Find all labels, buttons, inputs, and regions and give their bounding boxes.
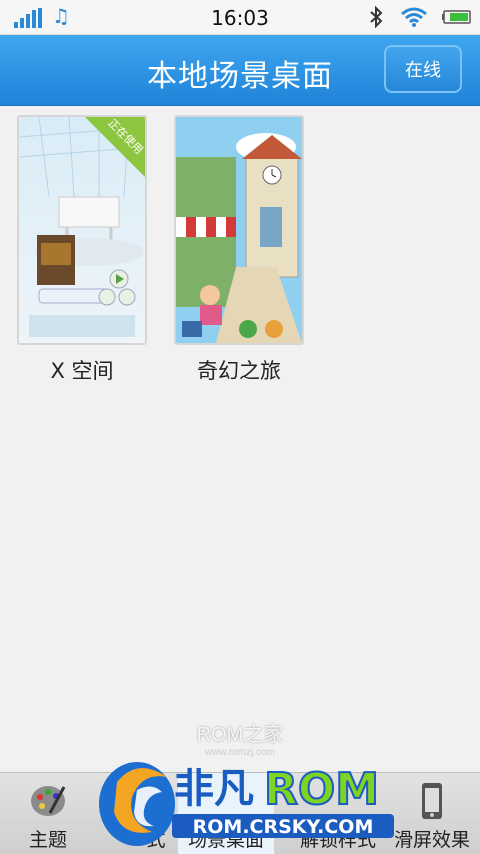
logo-text-rom: ROM bbox=[264, 764, 379, 815]
logo-url: ROM.CRSKY.COM bbox=[193, 816, 374, 838]
bluetooth-icon bbox=[370, 6, 383, 28]
online-button[interactable]: 在线 bbox=[384, 45, 462, 93]
x-space-preview-image: 正在使用 bbox=[19, 117, 145, 343]
theme-name-fantasy-journey: 奇幻之旅 bbox=[197, 359, 281, 383]
logo-text-cn: 非凡 bbox=[174, 766, 254, 812]
theme-card-fantasy-journey[interactable]: 奇幻之旅 bbox=[174, 115, 304, 385]
wifi-icon bbox=[401, 7, 427, 27]
fantasy-journey-preview-image bbox=[176, 117, 302, 343]
theme-card-x-space[interactable]: 正在使用 X 空间 bbox=[17, 115, 147, 385]
phone-icon bbox=[422, 783, 442, 819]
palette-icon bbox=[31, 786, 66, 816]
battery-icon bbox=[442, 10, 471, 24]
status-bar: ♫ 16:03 bbox=[0, 0, 480, 35]
theme-preview-fantasy-journey[interactable] bbox=[174, 115, 304, 345]
theme-grid: 正在使用 X 空间 奇幻之旅 bbox=[0, 106, 480, 772]
crsky-rom-logo: 非凡 ROM ROM.CRSKY.COM bbox=[99, 762, 394, 846]
theme-name-x-space: X 空间 bbox=[50, 359, 114, 383]
theme-preview-x-space[interactable]: 正在使用 bbox=[17, 115, 147, 345]
title-bar: 本地场景桌面 在线 bbox=[0, 35, 480, 106]
tab-label-themes: 主题 bbox=[28, 829, 67, 851]
tab-themes[interactable]: 主题 bbox=[0, 773, 96, 854]
watermark-main: ROM之家 bbox=[196, 724, 284, 746]
